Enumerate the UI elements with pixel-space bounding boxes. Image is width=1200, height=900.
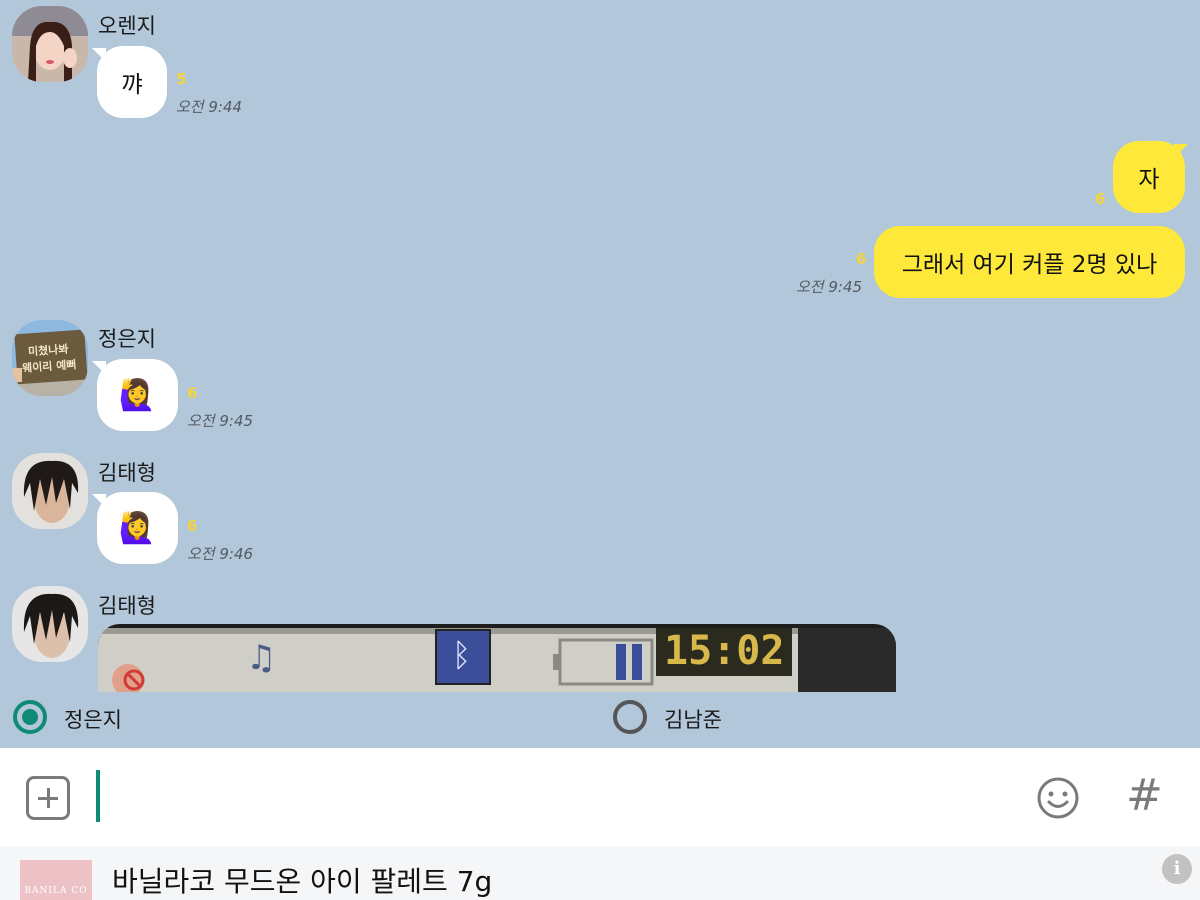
unread-count: 5 <box>176 70 187 88</box>
message-time: 오전 9:46 <box>187 545 254 563</box>
message-time: 오전 9:45 <box>796 278 863 296</box>
sender-name: 김태형 <box>98 594 156 618</box>
battery-icon <box>560 640 652 684</box>
poll-options: 정은지 김남준 <box>0 692 1200 748</box>
text-cursor <box>96 770 100 822</box>
avatar-kim-taehyung[interactable] <box>12 453 88 529</box>
ad-banner[interactable]: BANILA CO 바닐라코 무드온 아이 팔레트 7g i <box>0 846 1200 900</box>
message-bubble[interactable]: 꺄 <box>97 46 167 118</box>
message-bubble[interactable]: 🙋‍♀️ <box>97 359 178 431</box>
unread-count: 6 <box>187 384 198 402</box>
unread-count: 6 <box>1095 190 1106 208</box>
poll-option-radio-selected[interactable] <box>13 700 47 734</box>
message-time: 오전 9:45 <box>187 412 254 430</box>
ad-brand-text: BANILA CO <box>24 886 88 896</box>
message-composer: # <box>0 748 1200 846</box>
ad-title[interactable]: 바닐라코 무드온 아이 팔레트 7g <box>112 860 492 900</box>
clock-display: 15:02 <box>664 628 785 674</box>
poll-option-radio[interactable] <box>613 700 647 734</box>
avatar-kim-taehyung[interactable] <box>12 586 88 662</box>
chat-message-list[interactable]: 오렌지 꺄 5 오전 9:44 자 6 그래서 여기 커플 2명 있나 6 오전… <box>0 0 1200 748</box>
sender-name: 김태형 <box>98 461 156 485</box>
message-input[interactable] <box>110 770 994 824</box>
sender-name: 정은지 <box>98 327 156 351</box>
photo-message[interactable]: ♫ ᛒ 15:02 <box>98 624 896 692</box>
sender-name: 오렌지 <box>98 14 156 38</box>
hashtag-icon[interactable]: # <box>1126 770 1163 822</box>
message-bubble[interactable]: 그래서 여기 커플 2명 있나 <box>874 226 1185 298</box>
raising-hand-emoji: 🙋‍♀️ <box>118 510 157 546</box>
avatar-jeong-eunji[interactable]: 미쳤나봐 웨이리 예뻐 <box>12 320 88 396</box>
message-bubble[interactable]: 자 <box>1113 141 1185 213</box>
message-bubble[interactable]: 🙋‍♀️ <box>97 492 178 564</box>
emoji-icon[interactable] <box>1036 776 1080 820</box>
ad-thumbnail[interactable]: BANILA CO <box>20 860 92 900</box>
music-note-icon: ♫ <box>246 638 277 678</box>
poll-option-label[interactable]: 김남준 <box>664 704 722 734</box>
plus-icon[interactable] <box>26 776 70 820</box>
poll-option-label[interactable]: 정은지 <box>64 704 122 734</box>
bluetooth-icon: ᛒ <box>452 636 472 674</box>
raising-hand-emoji: 🙋‍♀️ <box>118 377 157 413</box>
unread-count: 6 <box>856 250 867 268</box>
message-time: 오전 9:44 <box>176 98 243 116</box>
info-icon[interactable]: i <box>1162 854 1192 884</box>
avatar-orange[interactable] <box>12 6 88 82</box>
unread-count: 6 <box>187 517 198 535</box>
